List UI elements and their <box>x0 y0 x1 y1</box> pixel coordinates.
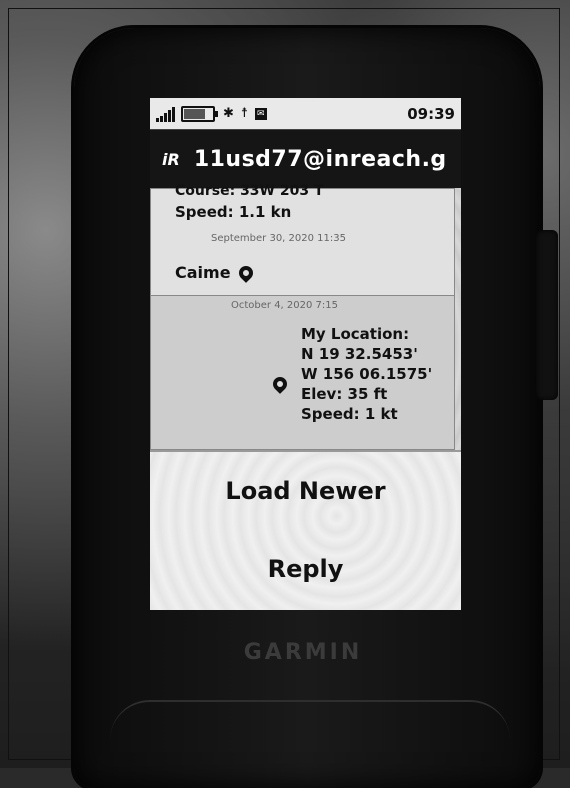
load-newer-button[interactable]: Load Newer <box>150 452 461 530</box>
latitude: N 19 32.5453' <box>301 345 418 363</box>
message-timestamp: October 4, 2020 7:15 <box>231 300 339 311</box>
status-bar: ✱ ☨ ✉ 09:39 <box>150 98 461 130</box>
message-list[interactable]: Course: 33W 203 T Speed: 1.1 kn Septembe… <box>150 183 461 450</box>
location-label: My Location: <box>301 325 410 343</box>
gps-icon: ☨ <box>240 106 248 121</box>
device-screen: ✱ ☨ ✉ 09:39 iR 11usd77@inreach.g Course:… <box>150 98 461 610</box>
location-details: My Location: N 19 32.5453' W 156 06.1575… <box>301 324 432 424</box>
location-pin-icon[interactable] <box>270 374 290 394</box>
message-speed: Speed: 1.1 kn <box>175 203 292 221</box>
conversation-header: iR 11usd77@inreach.g <box>150 130 461 188</box>
longitude: W 156 06.1575' <box>301 365 433 383</box>
conversation-title: 11usd77@inreach.g <box>193 146 447 172</box>
location-pin-icon[interactable] <box>236 263 256 283</box>
clock: 09:39 <box>407 104 455 123</box>
action-panel: Load Newer Reply <box>150 450 461 610</box>
message-timestamp: September 30, 2020 11:35 <box>211 233 346 244</box>
message-location-name: Caime <box>175 263 231 282</box>
message-course: Course: 33W 203 T <box>175 183 324 199</box>
device-bottom-edge <box>110 700 510 762</box>
inreach-logo: iR <box>162 149 180 169</box>
speed: Speed: 1 kt <box>301 405 398 423</box>
signal-icon <box>156 106 175 122</box>
elevation: Elev: 35 ft <box>301 385 388 403</box>
message-bubble[interactable]: October 4, 2020 7:15 My Location: N 19 3… <box>150 296 455 450</box>
battery-icon <box>181 105 218 122</box>
bluetooth-icon: ✱ <box>223 106 234 121</box>
side-button[interactable] <box>536 230 558 400</box>
reply-button[interactable]: Reply <box>150 530 461 608</box>
brand-logo: GARMIN <box>243 640 363 665</box>
message-bubble[interactable]: Course: 33W 203 T Speed: 1.1 kn Septembe… <box>150 183 455 296</box>
message-icon: ✉ <box>255 107 267 120</box>
